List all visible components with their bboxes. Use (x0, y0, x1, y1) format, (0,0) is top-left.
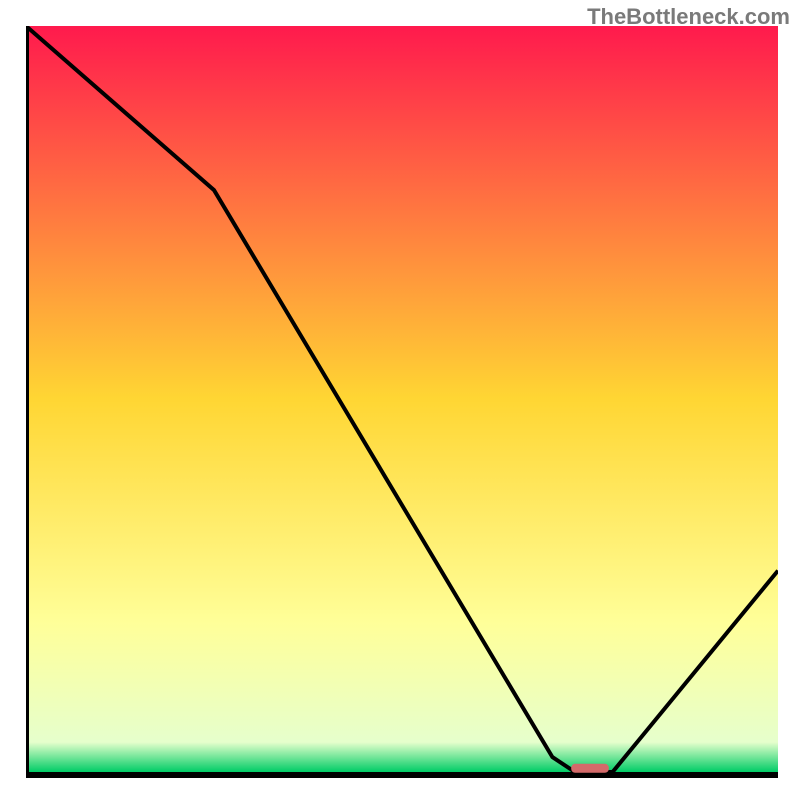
watermark: TheBottleneck.com (587, 4, 790, 30)
bottleneck-chart (26, 26, 778, 778)
gradient-background (26, 26, 778, 772)
optimal-marker (571, 764, 609, 773)
chart-svg (26, 26, 778, 778)
